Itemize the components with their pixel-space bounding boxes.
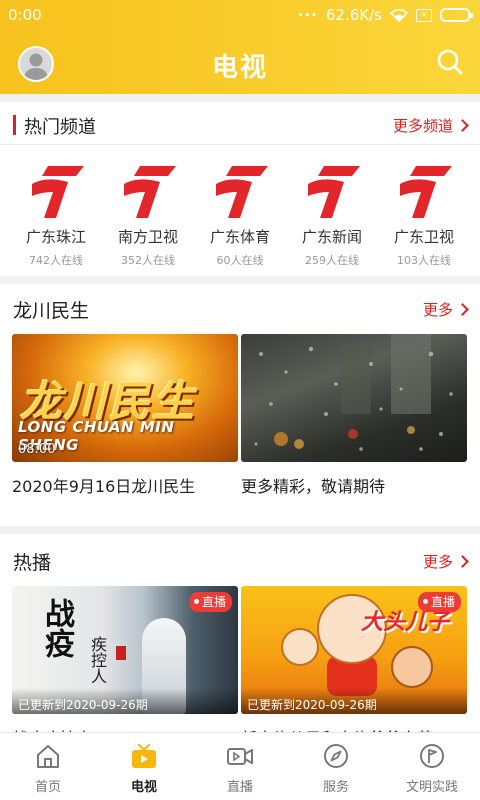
more-dots-icon: ··· (297, 6, 318, 24)
channel-viewers: 352人在线 (121, 254, 175, 267)
program-card[interactable]: 大头儿子 直播 已更新到2020-09-26期 新大头儿子和小头爸爸之英 (241, 586, 467, 749)
status-time: 0:00 (8, 6, 42, 24)
nav-label: 首页 (34, 780, 61, 795)
channel-name: 广东新闻 (301, 228, 362, 246)
live-badge-label: 直播 (430, 595, 455, 609)
rain-window-image (254, 334, 453, 451)
nav-label: 服务 (322, 780, 349, 795)
bottom-nav: 首页 电视 直播 服务 文明实践 (0, 732, 480, 800)
video-caption: 更多精彩，敬请期待 (241, 477, 386, 496)
gdtv-logo-icon (32, 166, 84, 218)
video-card[interactable]: 更多精彩，敬请期待 (241, 334, 467, 497)
compass-icon (324, 744, 348, 768)
longchuan-more-link[interactable]: 更多 (422, 299, 469, 320)
nav-item-civilization[interactable]: 文明实践 (384, 733, 480, 800)
thumbnail-title: 战疫 (39, 598, 74, 658)
more-channels-label: 更多频道 (392, 117, 453, 135)
title-bar: 电视 (0, 30, 480, 94)
nav-item-tv[interactable]: 电视 (96, 733, 192, 800)
page-title: 电视 (211, 53, 268, 83)
gdtv-logo-icon (216, 166, 268, 218)
longchuan-section-title: 龙川民生 (13, 300, 90, 322)
more-channels-link[interactable]: 更多频道 (392, 115, 469, 136)
nav-item-services[interactable]: 服务 (288, 733, 384, 800)
chevron-right-icon (456, 555, 469, 568)
chevron-right-icon (456, 119, 469, 132)
gdtv-logo-icon (400, 166, 452, 218)
channel-item[interactable]: 南方卫视 352人在线 (104, 158, 192, 273)
more-label: 更多 (422, 301, 453, 319)
channel-viewers: 60人在线 (216, 254, 264, 267)
thumbnail-subtitle: 疾控人 (88, 636, 107, 684)
more-label: 更多 (422, 553, 453, 571)
channel-item[interactable]: 广东珠江 742人在线 (12, 158, 100, 273)
video-duration: 08:00 (18, 442, 56, 457)
hot-channels-title: 热门频道 (24, 117, 96, 138)
live-dot-icon (422, 599, 428, 604)
channel-item[interactable]: 广东体育 60人在线 (196, 158, 284, 273)
section-marker (13, 115, 16, 135)
nav-label: 文明实践 (405, 780, 458, 795)
wifi-icon (390, 8, 408, 22)
cartoon-character (391, 646, 433, 688)
video-card[interactable]: 龙川民生 LONG CHUAN MIN SHENG 08:00 2020年9月1… (12, 334, 238, 497)
hot-broadcast-more-link[interactable]: 更多 (422, 551, 469, 572)
network-speed: 62.6K/s (325, 6, 382, 24)
nav-label: 直播 (226, 780, 253, 795)
video-thumbnail: 龙川民生 LONG CHUAN MIN SHENG 08:00 (12, 334, 238, 462)
nav-item-live[interactable]: 直播 (192, 733, 288, 800)
search-icon[interactable] (434, 46, 466, 78)
channel-item[interactable]: 广东卫视 103人在线 (380, 158, 468, 273)
tv-icon (132, 743, 156, 768)
live-badge-label: 直播 (201, 595, 226, 609)
channel-viewers: 259人在线 (305, 254, 359, 267)
hot-broadcast-section-title: 热播 (13, 552, 52, 574)
hot-channels-header: 热门频道 更多频道 (0, 103, 480, 145)
cartoon-character (281, 628, 319, 666)
video-camera-icon (227, 748, 253, 765)
channel-name: 广东体育 (209, 228, 270, 246)
section-divider (0, 94, 480, 102)
nav-label: 电视 (130, 780, 157, 795)
nav-item-home[interactable]: 首页 (0, 733, 96, 800)
sim-card-icon: × (416, 8, 432, 22)
program-thumbnail: 战疫 疾控人 直播 已更新到2020-09-26期 (12, 586, 238, 714)
gdtv-logo-icon (124, 166, 176, 218)
channel-name: 广东珠江 (25, 228, 86, 246)
program-card[interactable]: 战疫 疾控人 直播 已更新到2020-09-26期 战疫疾控人 (12, 586, 238, 749)
live-badge: 直播 (417, 592, 461, 612)
red-seal-icon (116, 646, 126, 660)
gdtv-logo-icon (308, 166, 360, 218)
channel-viewers: 103人在线 (397, 254, 451, 267)
program-thumbnail: 大头儿子 直播 已更新到2020-09-26期 (241, 586, 467, 714)
channel-viewers: 742人在线 (29, 254, 83, 267)
section-divider (0, 526, 480, 534)
channel-list: 广东珠江 742人在线 南方卫视 352人在线 广东体育 60人在线 广东新闻 … (0, 158, 480, 273)
section-divider (0, 276, 480, 284)
live-badge: 直播 (188, 592, 232, 612)
channel-item[interactable]: 广东新闻 259人在线 (288, 158, 376, 273)
channel-name: 广东卫视 (393, 228, 454, 246)
channel-name: 南方卫视 (117, 228, 178, 246)
video-caption: 2020年9月16日龙川民生 (12, 477, 196, 496)
update-status: 已更新到2020-09-26期 (12, 688, 238, 714)
update-status: 已更新到2020-09-26期 (241, 688, 467, 714)
live-dot-icon (193, 599, 199, 604)
status-icons: ··· 62.6K/s × (297, 6, 473, 24)
status-bar: 0:00 ··· 62.6K/s × (0, 0, 480, 30)
video-thumbnail (241, 334, 467, 462)
app-header: 0:00 ··· 62.6K/s × 电视 (0, 0, 480, 94)
battery-icon (440, 8, 473, 22)
chevron-right-icon (456, 303, 469, 316)
home-icon (37, 745, 59, 768)
flag-icon (420, 744, 444, 768)
